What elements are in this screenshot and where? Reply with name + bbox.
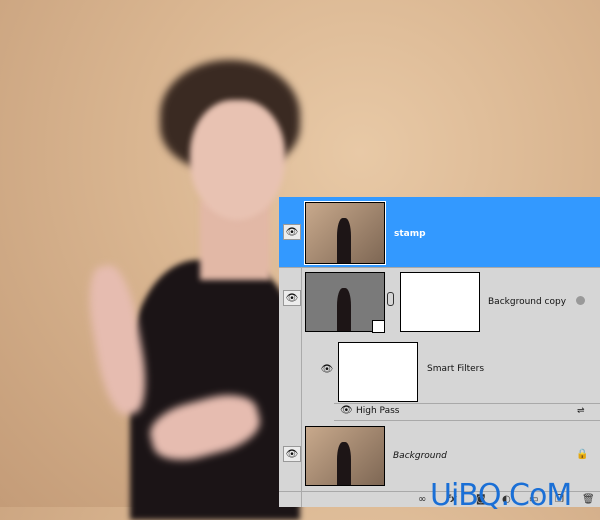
eye-icon[interactable]: 👁 (283, 446, 301, 462)
link-layers-icon[interactable]: ∞ (418, 494, 426, 505)
filter-high-pass[interactable]: 👁 High Pass ⇌ (334, 404, 600, 421)
layer-background-copy[interactable]: 👁 Background copy (279, 268, 600, 338)
photo-body (130, 260, 300, 520)
layer-mask-thumbnail (400, 272, 480, 332)
smart-filter-icon (576, 296, 585, 305)
link-icon[interactable] (387, 292, 394, 306)
layer-thumbnail (305, 426, 385, 486)
eye-icon[interactable]: 👁 (340, 405, 353, 416)
layer-name: Background (393, 451, 447, 461)
layer-thumbnail (304, 201, 386, 265)
photo-face (190, 100, 285, 220)
filter-mask-thumbnail (338, 342, 418, 402)
layers-panel: 👁 stamp 👁 Background copy 👁 Smart Filter… (279, 197, 600, 507)
layer-name: Background copy (488, 297, 567, 307)
watermark: UiBQ.CoM (430, 478, 572, 513)
eye-icon[interactable]: 👁 (319, 362, 335, 376)
trash-icon[interactable]: 🗑 (582, 494, 595, 505)
filter-options-icon[interactable]: ⇌ (577, 406, 585, 416)
smart-object-badge-icon (372, 320, 385, 333)
layer-name: Smart Filters (427, 364, 485, 374)
layer-name: stamp (394, 229, 426, 239)
eye-icon[interactable]: 👁 (283, 290, 301, 306)
layer-smart-filters[interactable]: 👁 Smart Filters (321, 338, 600, 404)
filter-name: High Pass (356, 406, 400, 416)
lock-icon: 🔒 (576, 449, 589, 460)
layer-stamp[interactable]: 👁 stamp (279, 197, 600, 268)
eye-icon[interactable]: 👁 (283, 224, 301, 240)
